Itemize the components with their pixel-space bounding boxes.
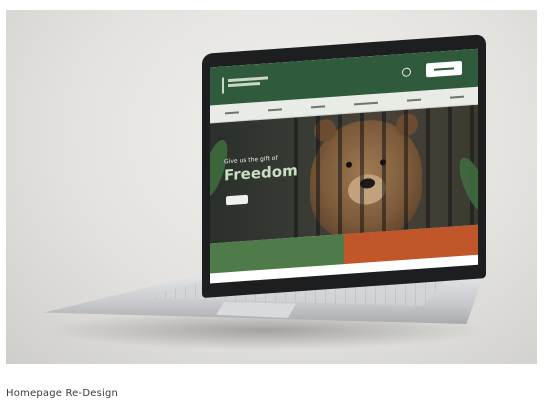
mockup-logo xyxy=(222,73,278,94)
laptop-screen: Give us the gift of Freedom xyxy=(202,34,486,299)
website-mockup: Give us the gift of Freedom xyxy=(210,48,478,284)
mockup-nav-item xyxy=(310,104,325,108)
mockup-nav-item xyxy=(267,107,282,111)
mockup-nav-item xyxy=(353,101,378,105)
mockup-donate-button xyxy=(426,60,462,78)
cage-bars xyxy=(294,104,478,238)
mockup-nav-item xyxy=(224,110,239,114)
mockup-hero: Give us the gift of Freedom xyxy=(210,104,478,244)
hero-title: Freedom xyxy=(224,161,298,185)
hero-button xyxy=(226,194,248,206)
project-caption[interactable]: Homepage Re-Design xyxy=(6,388,118,399)
search-icon xyxy=(402,67,411,78)
project-thumbnail[interactable]: Give us the gift of Freedom xyxy=(6,10,537,364)
mockup-nav-item xyxy=(406,98,421,102)
mockup-nav-item xyxy=(449,95,464,99)
